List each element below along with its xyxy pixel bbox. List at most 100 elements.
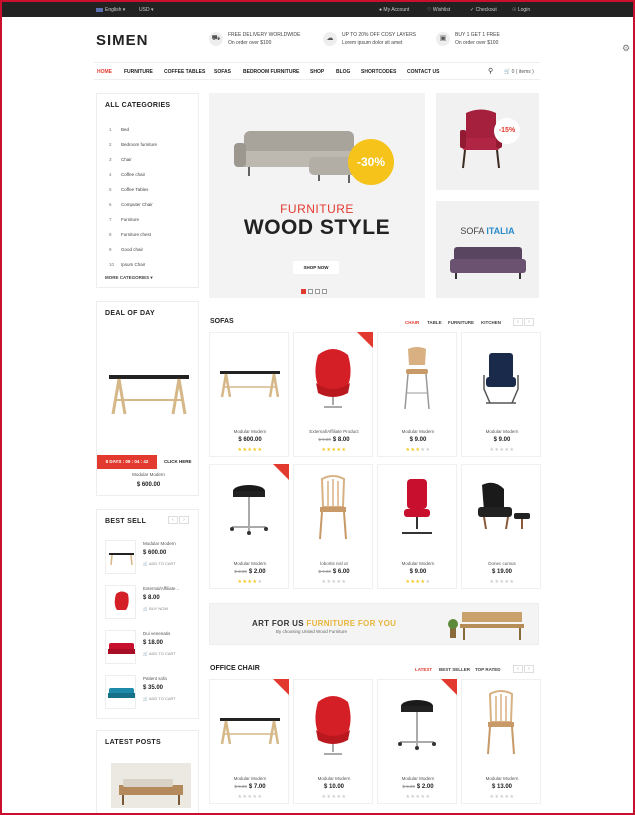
category-item[interactable]: 10 Ipsum Chair bbox=[109, 262, 145, 267]
cart-link[interactable]: 🛒 0 ( items ) bbox=[504, 69, 534, 75]
add-to-cart-button[interactable]: 🛒 ADD TO CART bbox=[143, 696, 176, 701]
nav-blog[interactable]: BLOG bbox=[336, 69, 350, 75]
tab-latest[interactable]: LATEST bbox=[415, 667, 432, 672]
best-sell-image[interactable] bbox=[105, 630, 136, 664]
wishlist-link[interactable]: ♡ Wishlist bbox=[427, 7, 450, 13]
product-name[interactable]: Modular Modern bbox=[294, 776, 374, 781]
next-arrow-icon[interactable]: › bbox=[524, 318, 534, 326]
more-categories-link[interactable]: MORE CATEGORIES ▾ bbox=[105, 275, 153, 281]
checkout-link[interactable]: ✓ Checkout bbox=[470, 7, 497, 13]
currency-select[interactable]: USD ▾ bbox=[139, 7, 153, 13]
product-card[interactable]: Modular Modern $ 13.00 ★★★★★ bbox=[461, 679, 541, 804]
product-name[interactable]: Modular Modern bbox=[378, 776, 458, 781]
tab-top-rated[interactable]: TOP RATED bbox=[475, 667, 501, 672]
product-card[interactable]: Modular Modern $ 3.00 $ 2.00 ★★★★★ bbox=[209, 464, 289, 589]
product-image[interactable] bbox=[464, 335, 539, 423]
nav-sofas[interactable]: SOFAS bbox=[214, 69, 231, 75]
product-image[interactable] bbox=[212, 682, 287, 770]
product-image[interactable] bbox=[464, 467, 539, 555]
best-sell-image[interactable] bbox=[105, 585, 136, 619]
best-sell-item[interactable]: Modular Modern $ 600.00 🛒 ADD TO CART bbox=[105, 540, 200, 580]
login-link[interactable]: ☉ Login bbox=[512, 7, 530, 13]
category-item[interactable]: 1 Bed bbox=[109, 127, 129, 132]
product-image[interactable] bbox=[296, 335, 371, 423]
product-card[interactable]: Modular Modern $ 3.00 $ 2.00 ★★★★★ bbox=[377, 679, 457, 804]
product-name[interactable]: Donec cursus bbox=[462, 561, 542, 566]
nav-home[interactable]: HOME bbox=[97, 69, 112, 75]
tab-best-seller[interactable]: BEST SELLER bbox=[439, 667, 470, 672]
category-item[interactable]: 6 Computer Chair bbox=[109, 202, 153, 207]
product-name[interactable]: Modular Modern bbox=[462, 776, 542, 781]
product-card[interactable]: Modular Modern $ 9.00 ★★★★★ bbox=[377, 332, 457, 457]
add-to-cart-button[interactable]: 🛒 ADD TO CART bbox=[143, 651, 176, 656]
product-card[interactable]: Modular Modern $ 9.00 ★★★★★ bbox=[377, 464, 457, 589]
slider-dot[interactable] bbox=[315, 289, 320, 294]
my-account-link[interactable]: ● My Account bbox=[379, 7, 409, 13]
slider-dot[interactable] bbox=[308, 289, 313, 294]
product-name[interactable]: Modular Modern bbox=[210, 776, 290, 781]
product-name[interactable]: External/Affiliate Product bbox=[294, 429, 374, 434]
slider-dot[interactable] bbox=[322, 289, 327, 294]
chair-banner[interactable]: -15% bbox=[436, 93, 539, 190]
category-item[interactable]: 3 Chair bbox=[109, 157, 132, 162]
nav-coffee-tables[interactable]: COFFEE TABLES bbox=[164, 69, 205, 75]
deal-product-name[interactable]: Modular Modern bbox=[97, 472, 200, 477]
best-sell-name[interactable]: Dui venenatis bbox=[143, 631, 170, 636]
tab-kitchen[interactable]: KITCHEN bbox=[481, 320, 501, 325]
product-name[interactable]: Modular Modern bbox=[210, 561, 290, 566]
best-sell-name[interactable]: External/Affiliate... bbox=[143, 586, 179, 591]
category-item[interactable]: 4 Coffee chair bbox=[109, 172, 145, 177]
product-name[interactable]: Modular Modern bbox=[378, 429, 458, 434]
product-card[interactable]: Modular Modern $ 9.00 ★★★★★ bbox=[461, 332, 541, 457]
best-sell-item[interactable]: Patient sofa $ 35.00 🛒 ADD TO CART bbox=[105, 675, 200, 715]
shop-now-button[interactable]: SHOP NOW bbox=[293, 261, 339, 274]
nav-shop[interactable]: SHOP bbox=[310, 69, 324, 75]
next-arrow-icon[interactable]: › bbox=[524, 665, 534, 673]
prev-arrow-icon[interactable]: ‹ bbox=[168, 516, 178, 524]
best-sell-name[interactable]: Patient sofa bbox=[143, 676, 167, 681]
nav-contact-us[interactable]: CONTACT US bbox=[407, 69, 439, 75]
tab-table[interactable]: TABLE bbox=[427, 320, 442, 325]
tab-furniture[interactable]: FURNITURE bbox=[448, 320, 474, 325]
latest-post-image[interactable] bbox=[111, 763, 191, 808]
product-card[interactable]: lobortis nisl ut $ 7.00 $ 6.00 ★★★★★ bbox=[293, 464, 373, 589]
slider-dot[interactable] bbox=[301, 289, 306, 294]
product-name[interactable]: Modular Modern bbox=[378, 561, 458, 566]
next-arrow-icon[interactable]: › bbox=[179, 516, 189, 524]
search-icon[interactable]: ⚲ bbox=[488, 67, 493, 75]
nav-furniture[interactable]: FURNITURE bbox=[124, 69, 153, 75]
product-name[interactable]: lobortis nisl ut bbox=[294, 561, 374, 566]
nav-shortcodes[interactable]: SHORTCODES bbox=[361, 69, 396, 75]
prev-arrow-icon[interactable]: ‹ bbox=[513, 665, 523, 673]
product-card[interactable]: Modular Modern $ 600.00 ★★★★★ bbox=[209, 332, 289, 457]
best-sell-image[interactable] bbox=[105, 675, 136, 709]
product-image[interactable] bbox=[212, 335, 287, 423]
best-sell-item[interactable]: Dui venenatis $ 18.00 🛒 ADD TO CART bbox=[105, 630, 200, 670]
site-logo[interactable]: SIMEN bbox=[96, 32, 149, 49]
product-image[interactable] bbox=[212, 467, 287, 555]
nav-bedroom-furniture[interactable]: BEDROOM FURNITURE bbox=[243, 69, 299, 75]
product-image[interactable] bbox=[380, 467, 455, 555]
best-sell-item[interactable]: External/Affiliate... $ 8.00 🛒 BUY NOW bbox=[105, 585, 200, 625]
sofa-italia-banner[interactable]: SOFA ITALIA bbox=[436, 201, 539, 298]
prev-arrow-icon[interactable]: ‹ bbox=[513, 318, 523, 326]
category-item[interactable]: 8 Furniture chest bbox=[109, 232, 151, 237]
add-to-cart-button[interactable]: 🛒 ADD TO CART bbox=[143, 561, 176, 566]
best-sell-name[interactable]: Modular Modern bbox=[143, 541, 176, 546]
category-item[interactable]: 7 Furniture bbox=[109, 217, 139, 222]
product-card[interactable]: Modular Modern $ 9.00 $ 7.00 ★★★★★ bbox=[209, 679, 289, 804]
category-item[interactable]: 5 Coffee Tables bbox=[109, 187, 148, 192]
gear-icon[interactable]: ⚙ bbox=[622, 43, 630, 54]
product-image[interactable] bbox=[296, 682, 371, 770]
tab-chair[interactable]: CHAIR bbox=[405, 320, 419, 325]
product-image[interactable] bbox=[380, 682, 455, 770]
product-image[interactable] bbox=[464, 682, 539, 770]
product-image[interactable] bbox=[296, 467, 371, 555]
product-image[interactable] bbox=[380, 335, 455, 423]
language-select[interactable]: English ▾ bbox=[96, 7, 125, 13]
product-name[interactable]: Modular Modern bbox=[210, 429, 290, 434]
product-card[interactable]: Modular Modern $ 10.00 ★★★★★ bbox=[293, 679, 373, 804]
promo-banner[interactable]: ART FOR US FURNITURE FOR YOU By choosing… bbox=[209, 603, 539, 645]
category-item[interactable]: 2 Bedroom furniture bbox=[109, 142, 157, 147]
product-card[interactable]: External/Affiliate Product $ 9.00 $ 8.00 ★★… bbox=[293, 332, 373, 457]
